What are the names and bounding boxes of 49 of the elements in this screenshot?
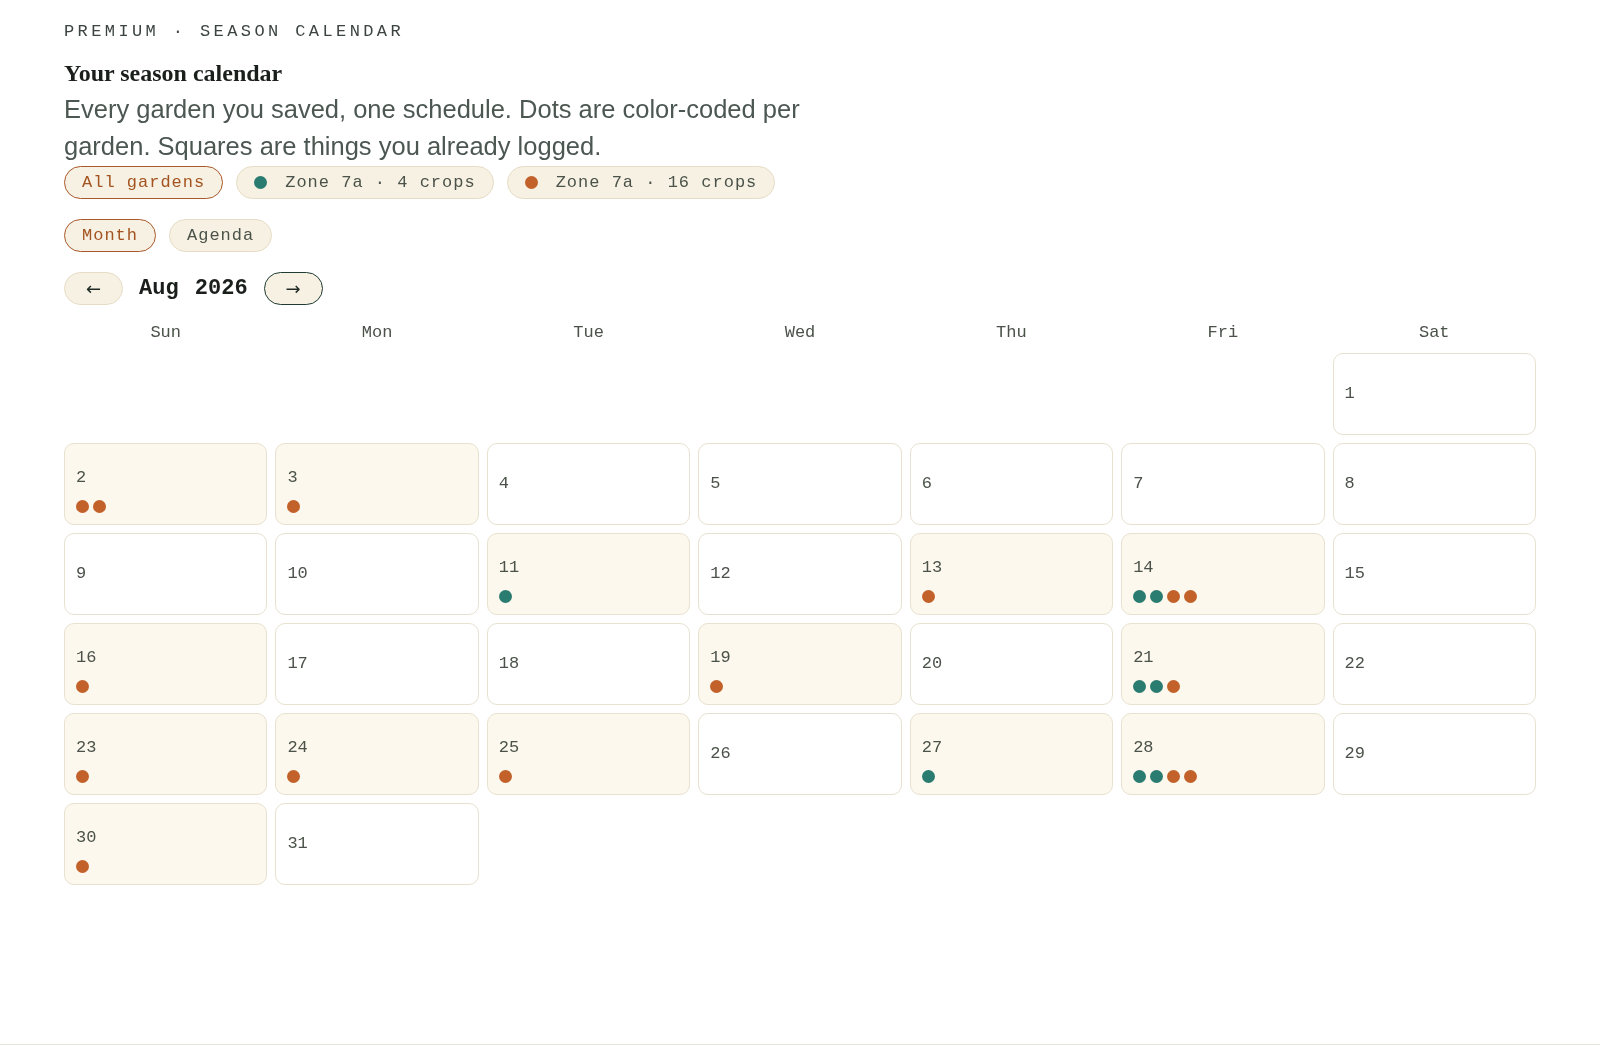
view-tab[interactable]: Agenda [169, 219, 273, 252]
day-cell[interactable]: 19 [698, 623, 902, 705]
day-cell[interactable]: 9 [64, 533, 268, 615]
day-cell[interactable]: 29 [1332, 713, 1536, 795]
day-cell[interactable]: 30 [64, 803, 268, 885]
day-cell[interactable]: 2 [64, 443, 268, 525]
view-tab[interactable]: Month [64, 219, 156, 252]
day-cell[interactable]: 5 [698, 443, 902, 525]
day-cell[interactable]: 8 [1332, 443, 1536, 525]
day-cell[interactable]: 6 [909, 443, 1114, 525]
description-text: Every garden you saved, one schedule. Dots are color-coded per garden. Squares are things you already logged. [64, 94, 801, 162]
day-cell[interactable]: 24 [275, 713, 479, 795]
day-cell[interactable]: 7 [1121, 443, 1325, 525]
day-cell[interactable]: 13 [909, 533, 1114, 615]
day-cell[interactable]: 15 [1332, 533, 1536, 615]
garden-filter-chip[interactable]: All gardens [64, 166, 224, 199]
day-cell[interactable]: 16 [64, 623, 268, 705]
garden-filter-chip[interactable]: Zone 7a · 16 crops [506, 166, 776, 199]
day-cell[interactable]: 12 [698, 533, 902, 615]
eyebrow-label: PREMIUM · SEASON CALENDAR [64, 22, 405, 42]
weekday-label: Mon [361, 323, 393, 343]
next-month-button[interactable]: → [263, 272, 323, 305]
day-cell[interactable]: 27 [909, 713, 1114, 795]
day-cell[interactable]: 3 [275, 443, 479, 525]
previous-month-button[interactable]: ← [64, 272, 123, 305]
day-cell[interactable]: 23 [64, 713, 268, 795]
day-cell[interactable]: 20 [909, 623, 1114, 705]
day-cell[interactable]: 18 [486, 623, 691, 705]
day-cell[interactable]: 10 [275, 533, 479, 615]
day-cell[interactable]: 21 [1121, 623, 1325, 705]
weekday-label: Thu [996, 323, 1027, 343]
day-cell[interactable]: 25 [486, 713, 691, 795]
page-title: Your season calendar [64, 59, 283, 87]
weekday-label: Sat [1418, 323, 1450, 343]
day-cell[interactable]: 4 [486, 443, 691, 525]
weekday-label: Tue [573, 323, 604, 343]
garden-filter-chip[interactable]: Zone 7a · 4 crops [236, 166, 494, 199]
month-label: Aug 2026 [139, 276, 248, 301]
weekday-label: Wed [784, 323, 816, 343]
weekday-label: Sun [150, 323, 181, 343]
day-cell[interactable]: 31 [275, 803, 479, 885]
day-cell[interactable]: 28 [1121, 713, 1325, 795]
day-cell[interactable]: 22 [1332, 623, 1536, 705]
weekday-label: Fri [1207, 323, 1239, 343]
day-cell[interactable]: 26 [698, 713, 902, 795]
day-cell[interactable]: 17 [275, 623, 479, 705]
day-cell[interactable]: 11 [486, 533, 691, 615]
day-cell[interactable]: 1 [1332, 353, 1536, 435]
day-cell[interactable]: 14 [1121, 533, 1325, 615]
